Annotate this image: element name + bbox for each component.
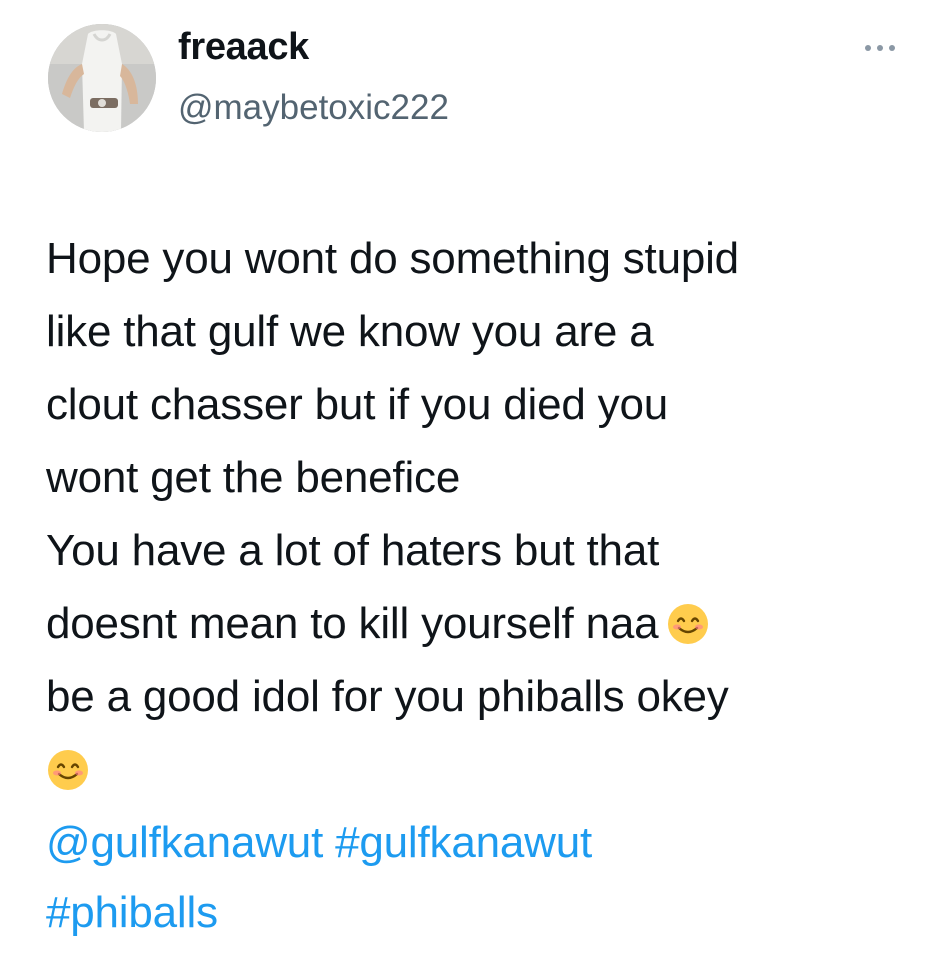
- author-handle[interactable]: @maybetoxic222: [178, 86, 449, 130]
- tweet-header: freaack @maybetoxic222: [44, 24, 904, 136]
- tweet-text-line: like that gulf we know you are a: [46, 307, 654, 356]
- tweet-text-line: clout chasser but if you died you: [46, 380, 668, 429]
- author-display-name[interactable]: freaack: [178, 24, 449, 70]
- tweet: freaack @maybetoxic222 Hope you wont do …: [0, 0, 946, 973]
- mention-link[interactable]: @gulfkanawut: [46, 818, 323, 867]
- profile-photo-icon: [48, 24, 156, 132]
- tweet-links: @gulfkanawut #gulfkanawut #phiballs: [46, 808, 592, 948]
- tweet-text-segment: doesnt mean to kill yourself naa: [46, 599, 659, 648]
- tweet-text-line: be a good idol for you phiballs okey: [46, 672, 729, 721]
- more-options-icon[interactable]: [860, 28, 900, 68]
- smiling-face-emoji-icon: [668, 604, 709, 644]
- ellipsis-icon: [865, 45, 895, 51]
- author-names: freaack @maybetoxic222: [178, 24, 449, 130]
- hashtag-link[interactable]: #phiballs: [46, 888, 218, 937]
- links-line-1: @gulfkanawut #gulfkanawut: [46, 808, 592, 878]
- tweet-text-line: Hope you wont do something stupid: [46, 234, 739, 283]
- tweet-text: Hope you wont do something stupid like t…: [46, 222, 926, 806]
- smiling-face-emoji-icon: [48, 750, 88, 790]
- avatar[interactable]: [48, 24, 156, 132]
- tweet-text-line: wont get the benefice: [46, 453, 461, 502]
- tweet-text-line: You have a lot of haters but that: [46, 526, 660, 575]
- tweet-text-line-with-emoji: doesnt mean to kill yourself naa: [46, 587, 926, 660]
- links-line-2: #phiballs: [46, 878, 592, 948]
- tweet-text-line-emoji-only: [46, 733, 926, 806]
- hashtag-link[interactable]: #gulfkanawut: [335, 818, 592, 867]
